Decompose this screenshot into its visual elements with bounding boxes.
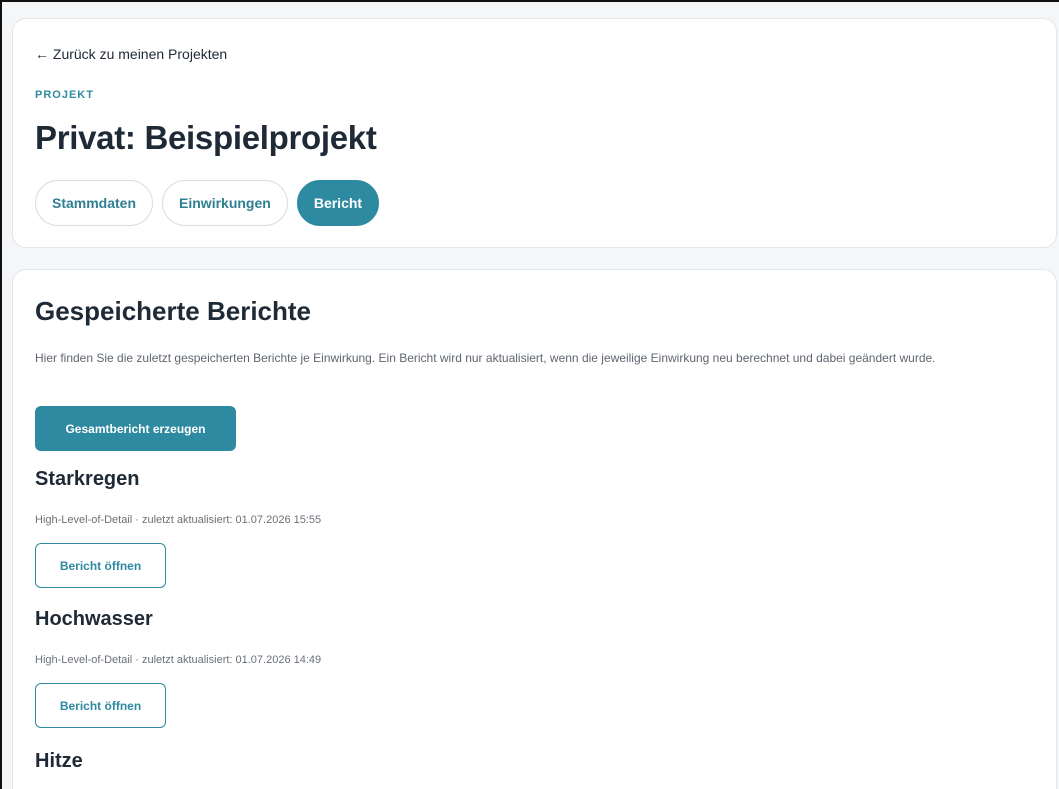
generate-full-report-button[interactable]: Gesamtbericht erzeugen — [35, 406, 236, 451]
saved-reports-card: Gespeicherte Berichte Hier finden Sie di… — [12, 269, 1057, 789]
tab-stammdaten[interactable]: Stammdaten — [35, 180, 154, 226]
report-item-hochwasser: Hochwasser High-Level-of-Detail · zuletz… — [35, 608, 321, 728]
page-title: Privat: Beispielprojekt — [35, 119, 377, 156]
report-title: Hitze — [35, 750, 83, 772]
report-title: Hochwasser — [35, 608, 153, 630]
open-report-button[interactable]: Bericht öffnen — [35, 543, 166, 588]
report-title: Starkregen — [35, 468, 140, 490]
report-item-hitze: Hitze — [35, 750, 83, 773]
window-border-left — [0, 0, 2, 789]
report-meta: High-Level-of-Detail · zuletzt aktualisi… — [35, 654, 322, 666]
open-report-button[interactable]: Bericht öffnen — [35, 683, 166, 728]
project-tabs: Stammdaten Einwirkungen Bericht — [35, 180, 380, 226]
project-header-card: ← Zurück zu meinen Projekten PROJEKT Pri… — [12, 18, 1057, 248]
tab-einwirkungen[interactable]: Einwirkungen — [162, 180, 288, 226]
report-item-starkregen: Starkregen High-Level-of-Detail · zuletz… — [35, 468, 321, 588]
back-to-projects-link[interactable]: ← Zurück zu meinen Projekten — [35, 46, 227, 62]
tab-bericht[interactable]: Bericht — [296, 180, 380, 226]
window-border-top — [0, 0, 1059, 2]
report-meta: High-Level-of-Detail · zuletzt aktualisi… — [35, 514, 322, 526]
section-title: Gespeicherte Berichte — [35, 296, 312, 326]
section-description: Hier finden Sie die zuletzt gespeicherte… — [35, 351, 936, 365]
project-eyebrow: PROJEKT — [35, 89, 94, 101]
